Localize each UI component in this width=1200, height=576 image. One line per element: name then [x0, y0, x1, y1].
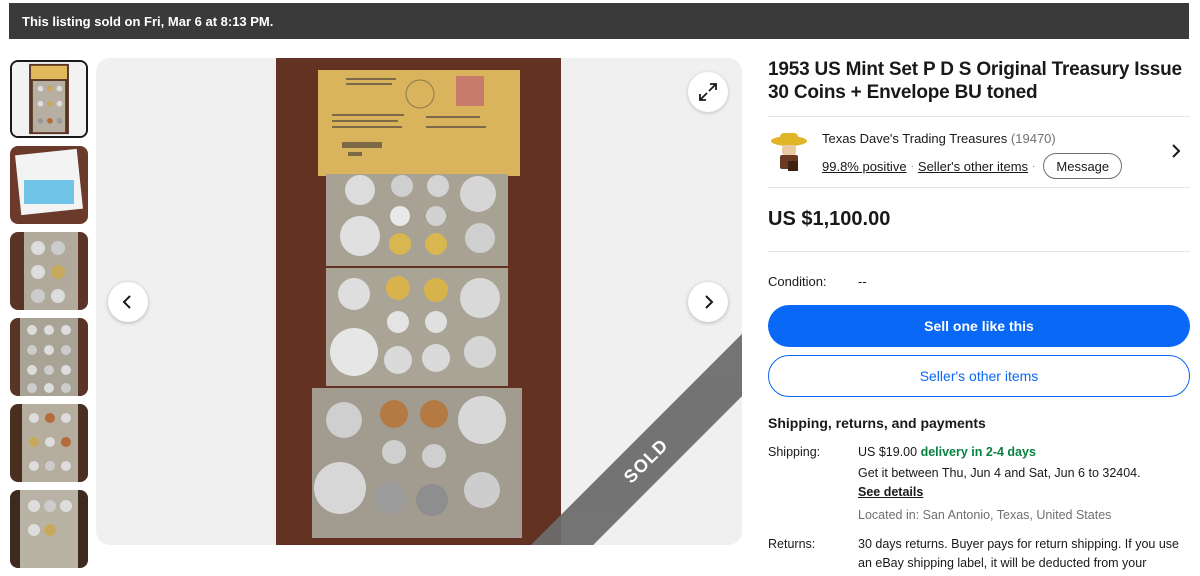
message-button[interactable]: Message: [1043, 153, 1123, 179]
divider: [768, 251, 1190, 252]
sellers-other-items-button[interactable]: Seller's other items: [768, 355, 1190, 397]
thumbnail-1[interactable]: [10, 60, 88, 138]
listing-details-panel: 1953 US Mint Set P D S Original Treasury…: [768, 58, 1190, 573]
separator-dot: ·: [1032, 160, 1036, 172]
seller-card: Texas Dave's Trading Treasures (19470) 9…: [768, 116, 1190, 188]
seller-name[interactable]: Texas Dave's Trading Treasures: [822, 131, 1007, 146]
separator-dot: ·: [910, 160, 914, 172]
seller-positive-feedback-link[interactable]: 99.8% positive: [822, 159, 907, 174]
thumbnail-2[interactable]: [10, 146, 88, 224]
sold-banner: This listing sold on Fri, Mar 6 at 8:13 …: [9, 3, 1189, 39]
returns-label: Returns:: [768, 537, 816, 551]
condition-value: --: [858, 274, 867, 289]
expand-button[interactable]: [688, 72, 728, 112]
seller-avatar[interactable]: [768, 129, 810, 173]
see-details-link[interactable]: See details: [858, 483, 1141, 502]
delivery-time: delivery in 2-4 days: [920, 445, 1036, 459]
seller-links: 99.8% positive · Seller's other items · …: [822, 153, 1123, 179]
thumbnail-3[interactable]: [10, 232, 88, 310]
shipping-row: Shipping: US $19.00 delivery in 2-4 days…: [768, 443, 1190, 525]
main-product-image[interactable]: [276, 58, 561, 545]
sold-banner-text: This listing sold on Fri, Mar 6 at 8:13 …: [22, 13, 274, 29]
chevron-right-icon[interactable]: [1170, 143, 1182, 159]
item-price: US $1,100.00: [768, 208, 891, 230]
shipping-heading: Shipping, returns, and payments: [768, 415, 986, 431]
chevron-left-icon: [122, 295, 131, 309]
delivery-estimate: Get it between Thu, Jun 4 and Sat, Jun 6…: [858, 466, 1141, 480]
sold-ribbon-label: SOLD: [619, 434, 672, 487]
returns-text: 30 days returns. Buyer pays for return s…: [858, 537, 1180, 570]
thumbnail-strip: [10, 60, 88, 576]
seller-feedback-count: (19470): [1010, 131, 1056, 146]
shipping-info: US $19.00 delivery in 2-4 days Get it be…: [858, 443, 1141, 525]
chevron-right-icon: [705, 295, 714, 309]
shipping-label: Shipping:: [768, 445, 821, 459]
condition-label: Condition:: [768, 274, 827, 289]
thumbnail-5[interactable]: [10, 404, 88, 482]
shipping-cost: US $19.00: [858, 445, 918, 459]
thumbnail-4[interactable]: [10, 318, 88, 396]
listing-title: 1953 US Mint Set P D S Original Treasury…: [768, 59, 1182, 103]
previous-image-button[interactable]: [108, 282, 148, 322]
thumbnail-6[interactable]: [10, 490, 88, 568]
condition-row: Condition: --: [768, 274, 1190, 289]
returns-row: Returns: 30 days returns. Buyer pays for…: [768, 535, 1190, 573]
sell-one-like-this-button[interactable]: Sell one like this: [768, 305, 1190, 347]
next-image-button[interactable]: [688, 282, 728, 322]
seller-name-line: Texas Dave's Trading Treasures (19470): [822, 131, 1056, 146]
expand-icon: [699, 83, 717, 101]
item-location: Located in: San Antonio, Texas, United S…: [858, 508, 1112, 522]
seller-other-items-link[interactable]: Seller's other items: [918, 159, 1028, 174]
image-gallery: SOLD: [96, 58, 742, 545]
